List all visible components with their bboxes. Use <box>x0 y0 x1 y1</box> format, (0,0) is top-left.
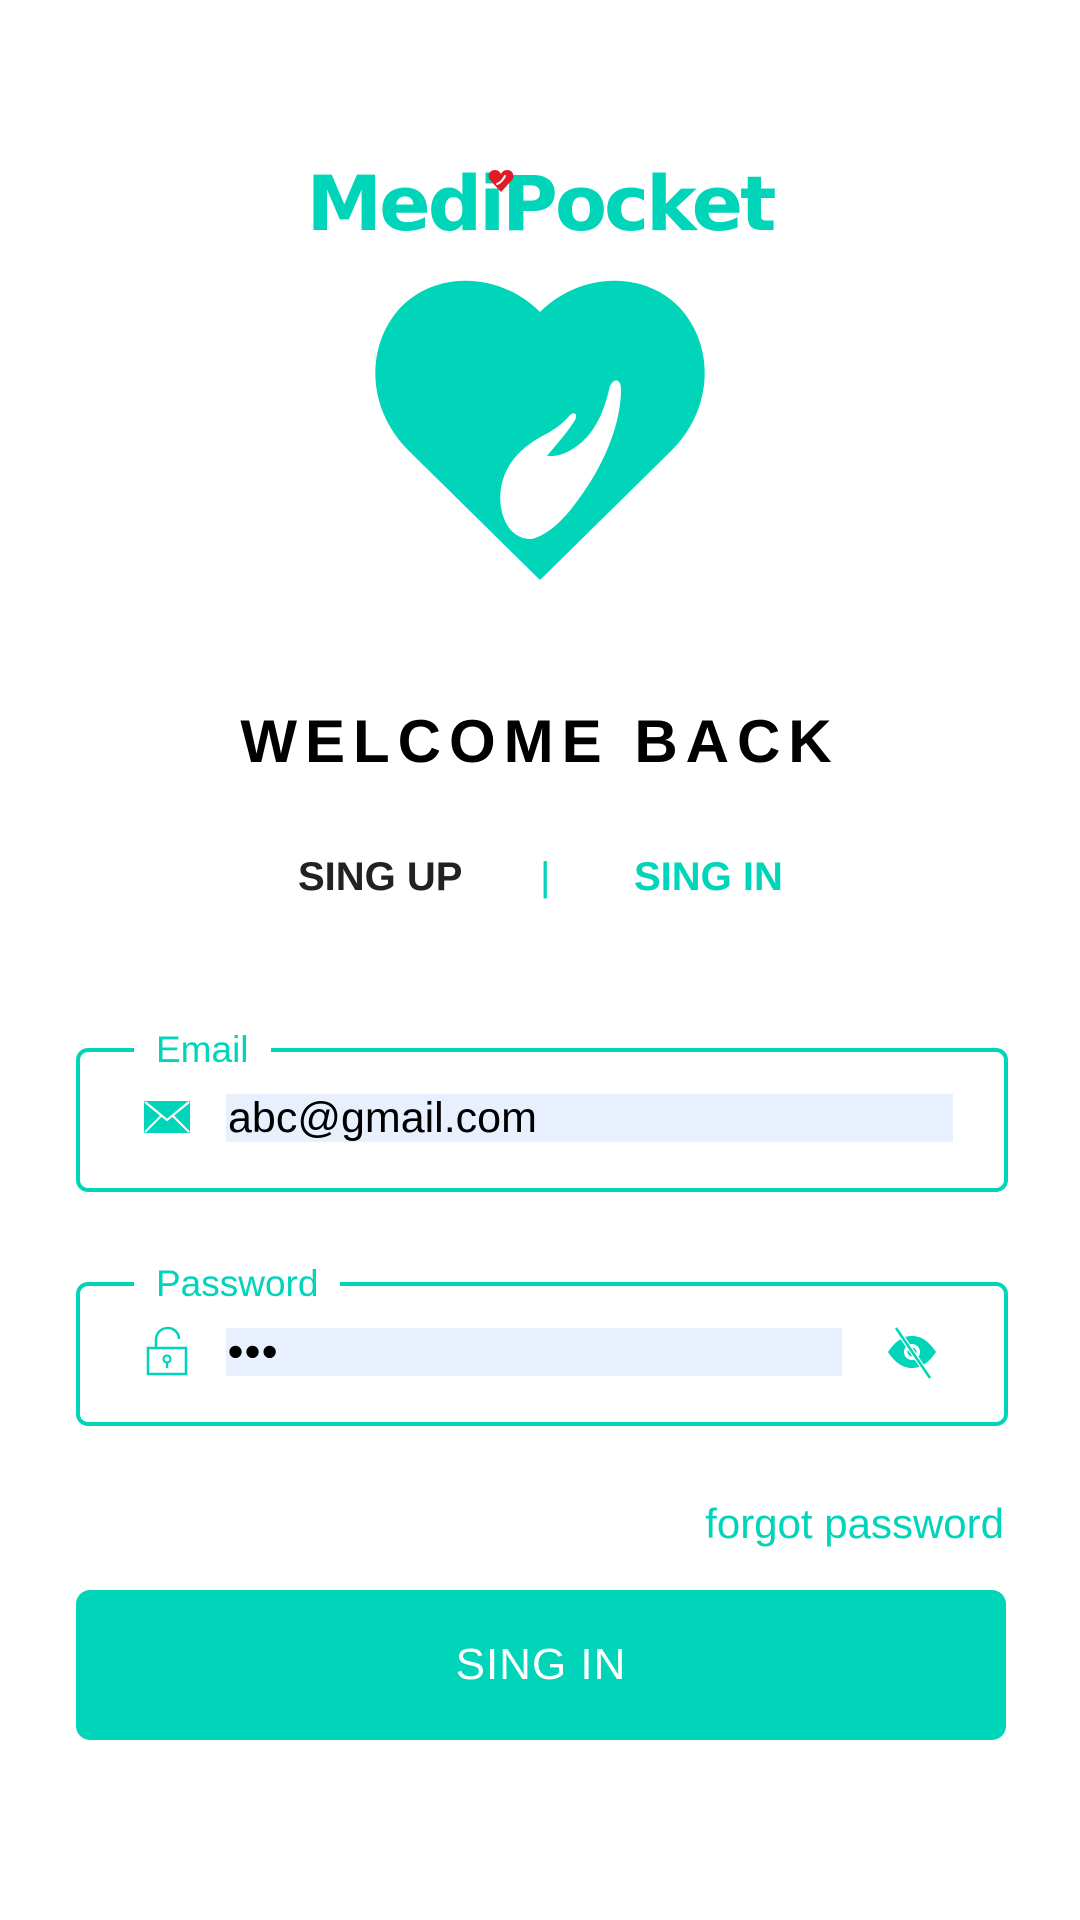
auth-tabs: SING UP | SING IN <box>0 852 1080 902</box>
password-label: Password <box>134 1262 341 1306</box>
small-heart-icon <box>488 170 514 192</box>
email-input[interactable] <box>226 1094 953 1142</box>
welcome-heading: WELCOME BACK <box>240 708 840 775</box>
sign-in-button[interactable]: SING IN <box>76 1590 1006 1740</box>
forgot-password-link[interactable]: forgot password <box>705 1496 1004 1552</box>
brand-logo: MediPocket <box>0 160 1080 260</box>
brand-name: MediPocket <box>306 159 777 248</box>
tab-divider: | <box>540 855 551 899</box>
envelope-icon <box>144 1101 190 1133</box>
unlock-icon <box>146 1326 188 1376</box>
eye-off-icon[interactable] <box>886 1324 938 1380</box>
tab-sign-up[interactable]: SING UP <box>298 852 462 902</box>
email-field: Email <box>76 1028 1008 1192</box>
password-input[interactable] <box>226 1328 842 1376</box>
password-field: Password <box>76 1262 1008 1426</box>
email-label: Email <box>134 1028 271 1072</box>
tab-sign-in[interactable]: SING IN <box>634 852 783 902</box>
heart-hand-icon <box>375 280 705 580</box>
